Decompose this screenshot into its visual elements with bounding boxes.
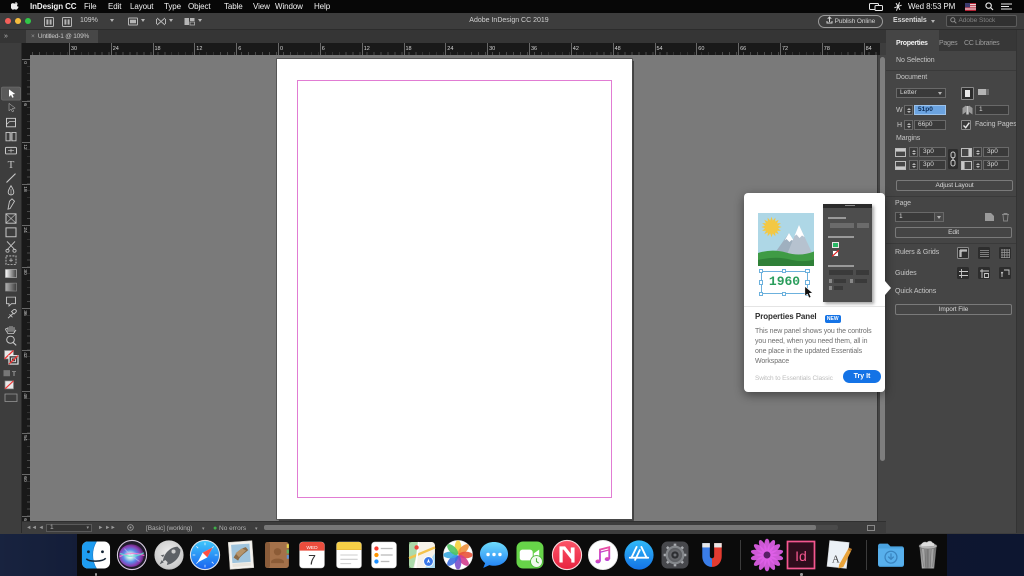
svg-text:T: T — [8, 160, 15, 171]
svg-text:7: 7 — [308, 552, 316, 568]
svg-text:T: T — [12, 371, 16, 378]
svg-text:Id: Id — [795, 548, 807, 564]
svg-text:A: A — [832, 554, 840, 566]
svg-text:WED: WED — [307, 545, 319, 551]
